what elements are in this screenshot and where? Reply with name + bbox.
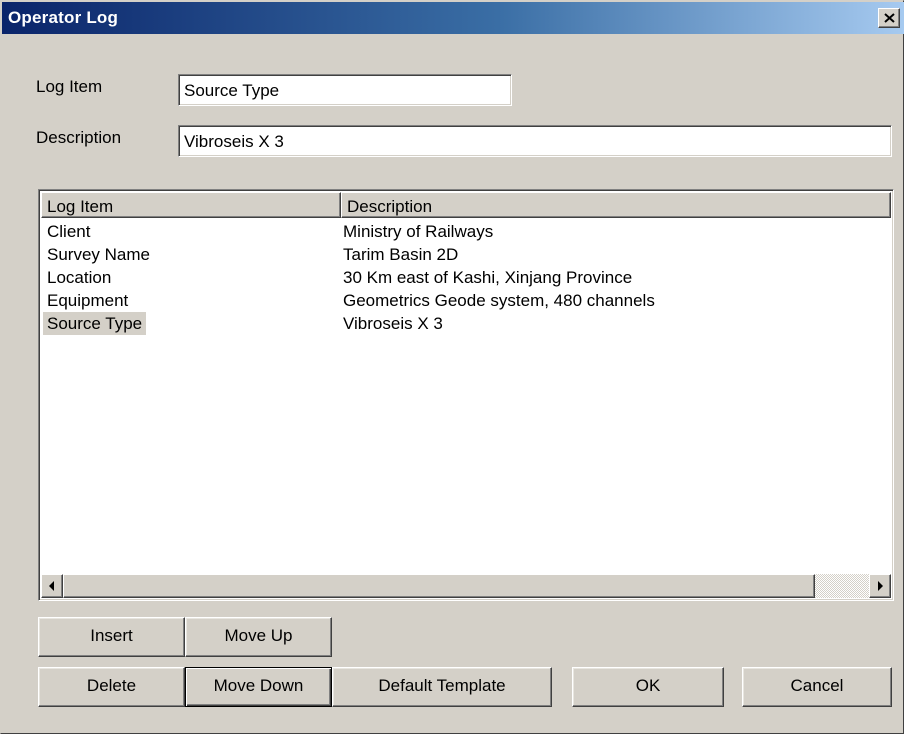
log-list[interactable]: Log Item Description Client Ministry of … [38,189,894,601]
dialog-title: Operator Log [8,8,119,27]
list-item-description: 30 Km east of Kashi, Xinjang Province [343,268,633,287]
column-header-log-item[interactable]: Log Item [41,192,341,218]
list-item-name: Source Type [43,312,147,335]
log-item-label: Log Item [36,77,103,96]
list-item-selected[interactable]: Source Type Vibroseis X 3 [41,312,891,335]
list-item-description: Vibroseis X 3 [343,314,443,333]
description-input[interactable]: Vibroseis X 3 [178,125,892,157]
arrow-right-icon [878,581,883,591]
close-button[interactable] [878,8,900,28]
delete-button[interactable]: Delete [38,667,185,707]
arrow-left-icon [49,581,54,591]
cancel-button[interactable]: Cancel [742,667,892,707]
list-item-name: Equipment [47,291,129,310]
list-item-description: Geometrics Geode system, 480 channels [343,291,655,310]
list-item[interactable]: Survey Name Tarim Basin 2D [41,243,891,266]
list-item-name: Survey Name [47,245,150,264]
scroll-track[interactable] [815,574,869,598]
scroll-thumb[interactable] [63,574,815,598]
operator-log-dialog: Operator Log Log Item Source Type Descri… [0,0,904,734]
horizontal-scrollbar[interactable] [41,574,891,598]
default-template-button[interactable]: Default Template [332,667,552,707]
title-bar[interactable]: Operator Log [2,2,904,34]
log-item-input[interactable]: Source Type [178,74,512,106]
list-item-description: Ministry of Railways [343,222,494,241]
column-header-description[interactable]: Description [341,192,891,218]
insert-button[interactable]: Insert [38,617,185,657]
list-item-description: Tarim Basin 2D [343,245,459,264]
list-item[interactable]: Client Ministry of Railways [41,220,891,243]
scroll-left-button[interactable] [41,574,63,598]
move-down-button[interactable]: Move Down [185,667,332,707]
list-item-name: Location [47,268,112,287]
list-header: Log Item Description [41,192,891,218]
description-label: Description [36,128,122,147]
list-item[interactable]: Location 30 Km east of Kashi, Xinjang Pr… [41,266,891,289]
close-icon [884,13,895,23]
move-up-button[interactable]: Move Up [185,617,332,657]
scroll-right-button[interactable] [869,574,891,598]
list-item-name: Client [47,222,91,241]
list-item[interactable]: Equipment Geometrics Geode system, 480 c… [41,289,891,312]
ok-button[interactable]: OK [572,667,724,707]
